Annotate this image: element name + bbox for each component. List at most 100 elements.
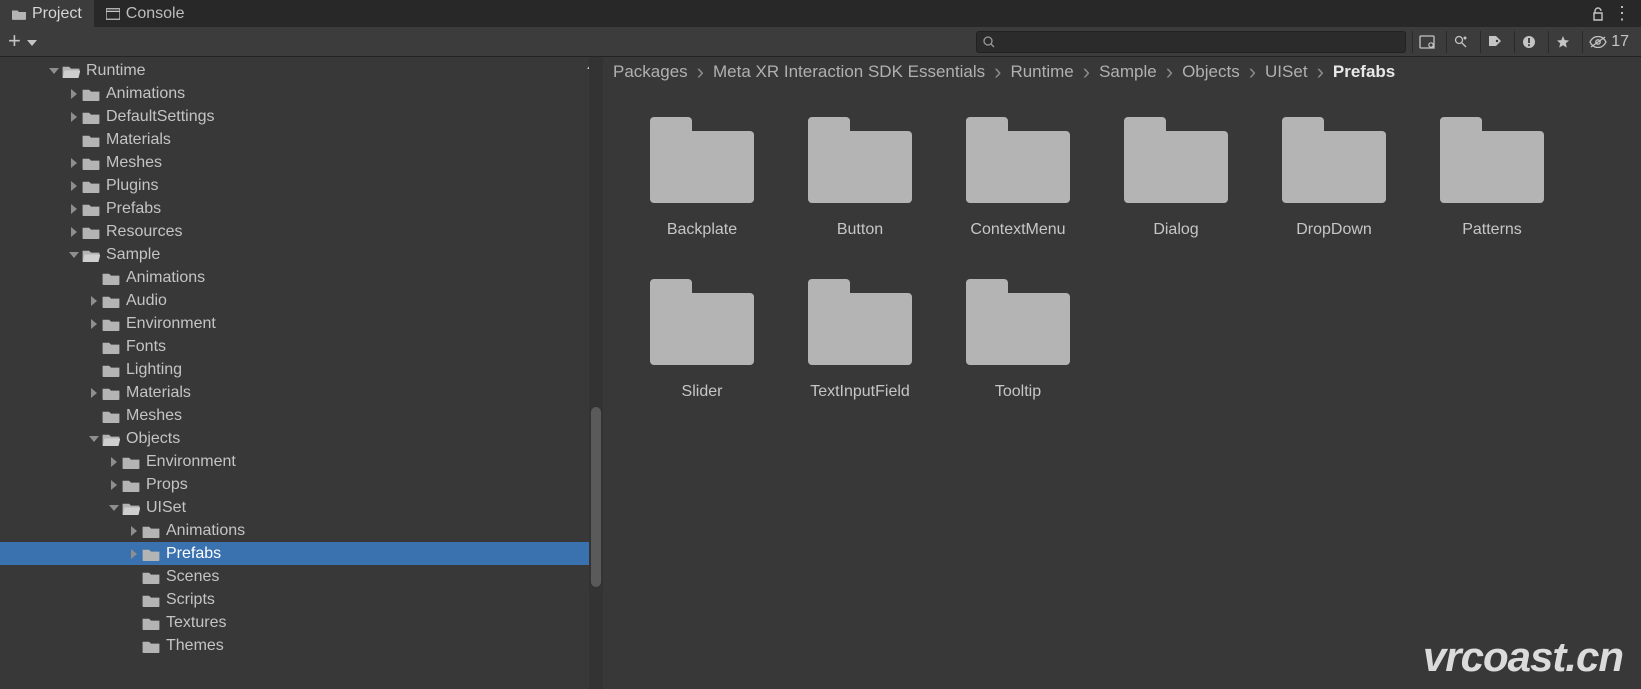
scrollbar-thumb[interactable] bbox=[591, 407, 601, 587]
breadcrumb-item[interactable]: Meta XR Interaction SDK Essentials bbox=[713, 62, 985, 82]
folder-item[interactable]: Backplate bbox=[623, 117, 781, 239]
search-input[interactable] bbox=[1001, 34, 1399, 49]
folder-icon bbox=[142, 570, 160, 584]
tab-label: Project bbox=[32, 5, 82, 23]
expand-arrow-icon[interactable] bbox=[48, 66, 60, 76]
folder-icon bbox=[142, 547, 160, 561]
tab-project[interactable]: Project bbox=[0, 0, 94, 27]
tree-item[interactable]: Animations bbox=[0, 266, 603, 289]
tree-item[interactable]: Prefabs bbox=[0, 197, 603, 220]
folder-label: Patterns bbox=[1462, 221, 1522, 239]
tree-item[interactable]: Meshes bbox=[0, 151, 603, 174]
tree-scrollbar[interactable] bbox=[589, 57, 603, 689]
folder-icon bbox=[650, 279, 754, 365]
chevron-right-icon: › bbox=[1082, 65, 1091, 79]
expand-arrow-icon[interactable] bbox=[108, 503, 120, 513]
tree-item[interactable]: Prefabs bbox=[0, 542, 603, 565]
expand-arrow-icon[interactable] bbox=[68, 250, 80, 260]
tree-item-label: Prefabs bbox=[166, 545, 221, 563]
tree-item[interactable]: Environment bbox=[0, 312, 603, 335]
expand-arrow-icon[interactable] bbox=[68, 158, 80, 168]
tree-item[interactable]: Fonts bbox=[0, 335, 603, 358]
folder-item[interactable]: Button bbox=[781, 117, 939, 239]
tree-item[interactable]: Environment bbox=[0, 450, 603, 473]
tree-item[interactable]: Animations bbox=[0, 519, 603, 542]
folder-item[interactable]: TextInputField bbox=[781, 279, 939, 401]
kebab-menu-icon[interactable]: ⋮ bbox=[1613, 3, 1631, 24]
folder-item[interactable]: ContextMenu bbox=[939, 117, 1097, 239]
tree-item[interactable]: Materials bbox=[0, 381, 603, 404]
tree-item[interactable]: DefaultSettings bbox=[0, 105, 603, 128]
breadcrumb-item[interactable]: UISet bbox=[1265, 62, 1308, 82]
folder-icon bbox=[808, 279, 912, 365]
tree-item[interactable]: Scenes bbox=[0, 565, 603, 588]
tree-item[interactable]: Textures bbox=[0, 611, 603, 634]
expand-arrow-icon[interactable] bbox=[108, 480, 120, 490]
expand-arrow-icon[interactable] bbox=[128, 549, 140, 559]
tree-item-label: Lighting bbox=[126, 361, 182, 379]
expand-arrow-icon[interactable] bbox=[88, 319, 100, 329]
breadcrumb-item[interactable]: Objects bbox=[1182, 62, 1240, 82]
expand-arrow-icon[interactable] bbox=[68, 112, 80, 122]
breadcrumb-item[interactable]: Packages bbox=[613, 62, 688, 82]
expand-arrow-icon[interactable] bbox=[88, 388, 100, 398]
folder-icon bbox=[142, 616, 160, 630]
folder-item[interactable]: Tooltip bbox=[939, 279, 1097, 401]
tree-item[interactable]: Runtime bbox=[0, 59, 603, 82]
folder-label: Tooltip bbox=[995, 383, 1041, 401]
tab-bar: Project Console ⋮ bbox=[0, 0, 1641, 27]
expand-arrow-icon[interactable] bbox=[108, 457, 120, 467]
tree-item[interactable]: Themes bbox=[0, 634, 603, 657]
tree-item[interactable]: Sample bbox=[0, 243, 603, 266]
expand-arrow-icon[interactable] bbox=[88, 434, 100, 444]
expand-arrow-icon[interactable] bbox=[128, 526, 140, 536]
tree-item[interactable]: Meshes bbox=[0, 404, 603, 427]
expand-arrow-icon[interactable] bbox=[68, 204, 80, 214]
breadcrumb-item[interactable]: Sample bbox=[1099, 62, 1157, 82]
folder-icon bbox=[82, 156, 100, 170]
tree-item[interactable]: Objects bbox=[0, 427, 603, 450]
folder-icon bbox=[102, 317, 120, 331]
tree-item[interactable]: Resources bbox=[0, 220, 603, 243]
tree-item-label: Meshes bbox=[126, 407, 182, 425]
add-button[interactable]: + bbox=[6, 33, 37, 51]
folder-icon bbox=[122, 455, 140, 469]
filter-error-button[interactable] bbox=[1514, 31, 1542, 53]
tab-console[interactable]: Console bbox=[94, 0, 197, 27]
folder-icon bbox=[966, 117, 1070, 203]
tree-item[interactable]: UISet bbox=[0, 496, 603, 519]
folder-icon bbox=[808, 117, 912, 203]
folder-icon bbox=[650, 117, 754, 203]
expand-arrow-icon[interactable] bbox=[88, 296, 100, 306]
chevron-right-icon: › bbox=[696, 65, 705, 79]
tree-item-label: Objects bbox=[126, 430, 180, 448]
search-by-label-button[interactable] bbox=[1446, 31, 1474, 53]
lock-open-icon[interactable] bbox=[1591, 7, 1605, 21]
expand-arrow-icon[interactable] bbox=[68, 89, 80, 99]
favorite-button[interactable] bbox=[1548, 31, 1576, 53]
folder-item[interactable]: DropDown bbox=[1255, 117, 1413, 239]
tree-item[interactable]: Props bbox=[0, 473, 603, 496]
folder-item[interactable]: Dialog bbox=[1097, 117, 1255, 239]
tree-item[interactable]: Lighting bbox=[0, 358, 603, 381]
folder-icon bbox=[102, 409, 120, 423]
tree-item[interactable]: Audio bbox=[0, 289, 603, 312]
folder-item[interactable]: Patterns bbox=[1413, 117, 1571, 239]
tree-item[interactable]: Plugins bbox=[0, 174, 603, 197]
folder-label: TextInputField bbox=[810, 383, 910, 401]
tree-item[interactable]: Materials bbox=[0, 128, 603, 151]
breadcrumb-item[interactable]: Runtime bbox=[1010, 62, 1073, 82]
breadcrumb-item[interactable]: Prefabs bbox=[1333, 62, 1395, 82]
expand-arrow-icon[interactable] bbox=[68, 181, 80, 191]
search-by-type-button[interactable] bbox=[1412, 31, 1440, 53]
expand-arrow-icon[interactable] bbox=[68, 227, 80, 237]
folder-item[interactable]: Slider bbox=[623, 279, 781, 401]
tree-item-label: Resources bbox=[106, 223, 182, 241]
folder-icon bbox=[102, 432, 120, 446]
search-input-container[interactable] bbox=[976, 31, 1406, 53]
folder-icon bbox=[142, 639, 160, 653]
filter-label-button[interactable] bbox=[1480, 31, 1508, 53]
tree-item[interactable]: Animations bbox=[0, 82, 603, 105]
tree-item[interactable]: Scripts bbox=[0, 588, 603, 611]
hidden-items-button[interactable]: 17 bbox=[1582, 31, 1635, 53]
